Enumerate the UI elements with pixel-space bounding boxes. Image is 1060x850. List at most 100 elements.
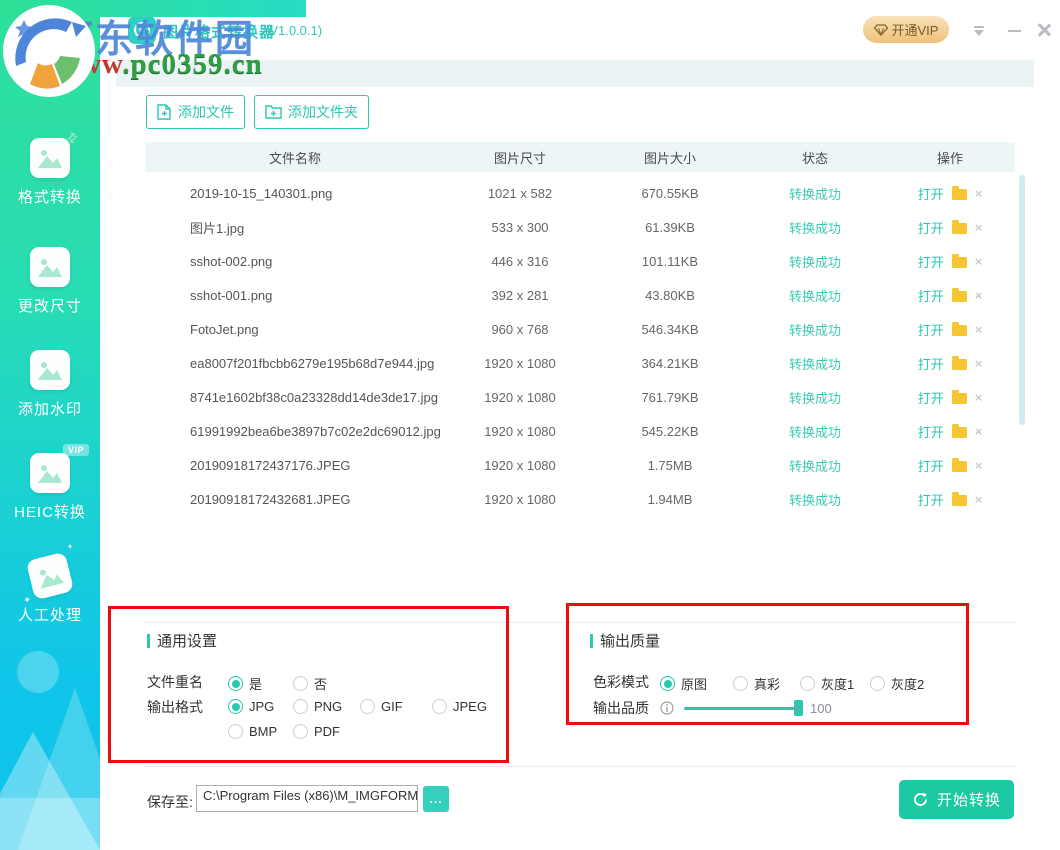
radio-option[interactable]: PDF [293,724,340,739]
file-name: 20190918172432681.JPEG [145,492,445,507]
color-mode-row: 色彩模式 原图 真彩 灰度1 [593,674,960,693]
info-icon [660,701,674,715]
open-link[interactable]: 打开 [918,354,944,373]
remove-icon[interactable]: × [975,221,983,234]
skin-menu-icon[interactable] [973,26,985,36]
col-status: 状态 [745,148,885,167]
radio-circle [733,676,748,691]
radio-circle [870,676,885,691]
folder-icon[interactable] [952,291,967,302]
radio-circle [293,676,308,691]
file-name: 2019-10-15_140301.png [145,186,445,201]
sidebar-item-label: HEIC转换 [0,501,100,522]
folder-icon[interactable] [952,427,967,438]
radio-option[interactable]: JPEG [432,699,508,714]
open-link[interactable]: 打开 [918,184,944,203]
row-actions: 打开 × [885,456,1015,475]
table-scrollbar[interactable] [1019,175,1025,425]
sidebar: 格式转换 更改尺寸 [0,0,100,850]
folder-icon[interactable] [952,393,967,404]
radio-option[interactable]: 灰度1 [800,674,870,693]
save-path-input[interactable]: C:\Program Files (x86)\M_IMGFORMA [196,785,418,812]
open-link[interactable]: 打开 [918,252,944,271]
row-actions: 打开 × [885,490,1015,509]
watermark-site-logo [2,4,96,98]
status-text: 转换成功 [745,388,885,407]
open-link[interactable]: 打开 [918,490,944,509]
start-convert-button[interactable]: 开始转换 [899,780,1014,819]
quality-value: 100 [810,701,832,716]
file-size: 364.21KB [595,356,745,371]
sidebar-item-label: 添加水印 [0,398,100,419]
remove-icon[interactable]: × [975,289,983,302]
resize-icon [30,247,70,287]
open-link[interactable]: 打开 [918,456,944,475]
table-body: 2019-10-15_140301.png 1021 x 582 670.55K… [145,176,1015,516]
file-dimensions: 446 x 316 [445,254,595,269]
file-name: 8741e1602bf38c0a23328dd14de3de17.jpg [145,390,445,405]
sidebar-item[interactable]: VIP HEIC转换 [0,453,100,522]
row-actions: 打开 × [885,354,1015,373]
col-file-name: 文件名称 [145,148,445,167]
open-link[interactable]: 打开 [918,422,944,441]
open-link[interactable]: 打开 [918,286,944,305]
radio-option[interactable]: 灰度2 [870,674,924,693]
table-row: 图片1.jpg 533 x 300 61.39KB 转换成功 打开 × [145,210,1015,244]
remove-icon[interactable]: × [975,187,983,200]
divider [145,622,1015,623]
sidebar-item-label: 人工处理 [0,604,100,625]
table-row: FotoJet.png 960 x 768 546.34KB 转换成功 打开 × [145,312,1015,346]
refresh-icon [912,791,929,808]
folder-icon[interactable] [952,359,967,370]
open-link[interactable]: 打开 [918,388,944,407]
sidebar-item[interactable]: 更改尺寸 [0,247,100,316]
folder-icon[interactable] [952,257,967,268]
file-dimensions: 960 x 768 [445,322,595,337]
folder-icon[interactable] [952,325,967,336]
row-actions: 打开 × [885,184,1015,203]
heic-convert-icon: VIP [30,453,70,493]
remove-icon[interactable]: × [975,493,983,506]
folder-icon[interactable] [952,189,967,200]
sidebar-item[interactable]: 添加水印 [0,350,100,419]
remove-icon[interactable]: × [975,255,983,268]
folder-icon[interactable] [952,495,967,506]
quality-slider-track[interactable] [684,707,801,710]
sidebar-item[interactable]: 格式转换 [0,138,100,207]
close-icon[interactable] [1036,22,1052,38]
sidebar-item[interactable]: 人工处理 [0,556,100,625]
radio-option[interactable]: PNG [293,699,360,714]
folder-icon[interactable] [952,461,967,472]
radio-circle [228,676,243,691]
radio-option[interactable]: 否 [293,674,327,693]
radio-option[interactable]: 原图 [660,674,733,693]
remove-icon[interactable]: × [975,459,983,472]
minimize-icon[interactable] [1008,30,1021,32]
remove-icon[interactable]: × [975,425,983,438]
open-link[interactable]: 打开 [918,218,944,237]
radio-option[interactable]: BMP [228,724,293,739]
col-dimensions: 图片尺寸 [445,148,595,167]
open-vip-button[interactable]: 开通VIP [863,16,949,43]
file-name: 图片1.jpg [145,218,445,237]
add-file-button[interactable]: 添加文件 [146,95,245,129]
table-row: ea8007f201fbcbb6279e195b68d7e944.jpg 192… [145,346,1015,380]
radio-option[interactable]: GIF [360,699,432,714]
add-folder-button[interactable]: 添加文件夹 [254,95,369,129]
file-rename-label: 文件重名 [147,674,228,690]
folder-icon[interactable] [952,223,967,234]
remove-icon[interactable]: × [975,357,983,370]
radio-option[interactable]: 是 [228,674,293,693]
radio-option[interactable]: JPG [228,699,293,714]
radio-option[interactable]: 真彩 [733,674,800,693]
output-quality-title: 输出质量 [590,630,660,651]
radio-circle [293,724,308,739]
remove-icon[interactable]: × [975,391,983,404]
file-name: 61991992bea6be3897b7c02e2dc69012.jpg [145,424,445,439]
divider [145,766,1015,767]
open-link[interactable]: 打开 [918,320,944,339]
folder-plus-icon [265,105,282,119]
browse-button[interactable]: ... [423,786,449,812]
quality-slider-thumb[interactable] [794,700,803,716]
remove-icon[interactable]: × [975,323,983,336]
